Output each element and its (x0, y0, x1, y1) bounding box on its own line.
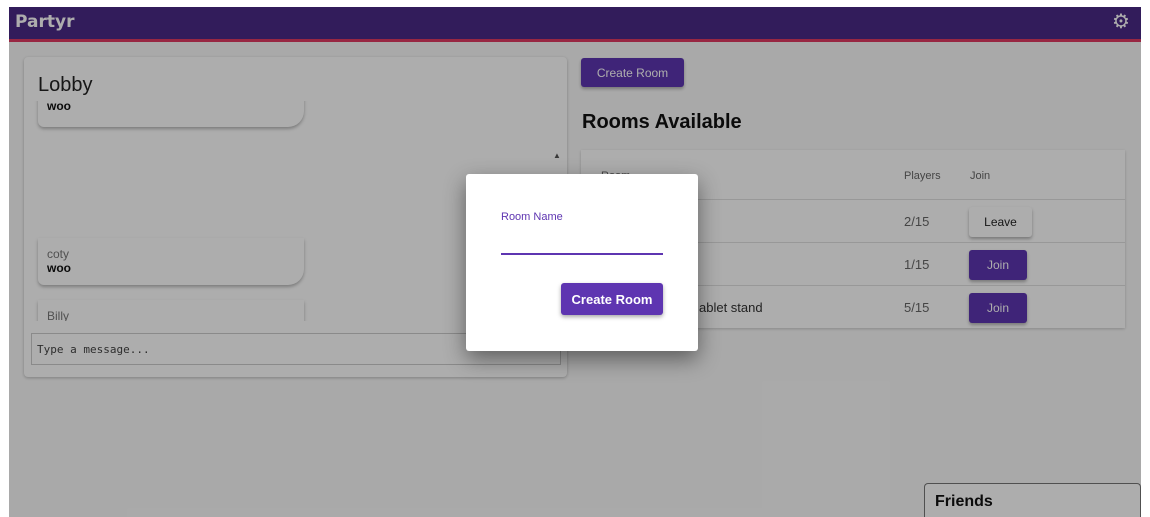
app-frame: Partyr ⚙ Lobby woo test coty woo Billy h… (9, 7, 1141, 517)
dialog-create-room-button[interactable]: Create Room (561, 283, 663, 315)
room-name-input[interactable] (501, 229, 663, 255)
create-room-dialog: Room Name Create Room (466, 174, 698, 351)
room-name-label: Room Name (501, 211, 563, 223)
